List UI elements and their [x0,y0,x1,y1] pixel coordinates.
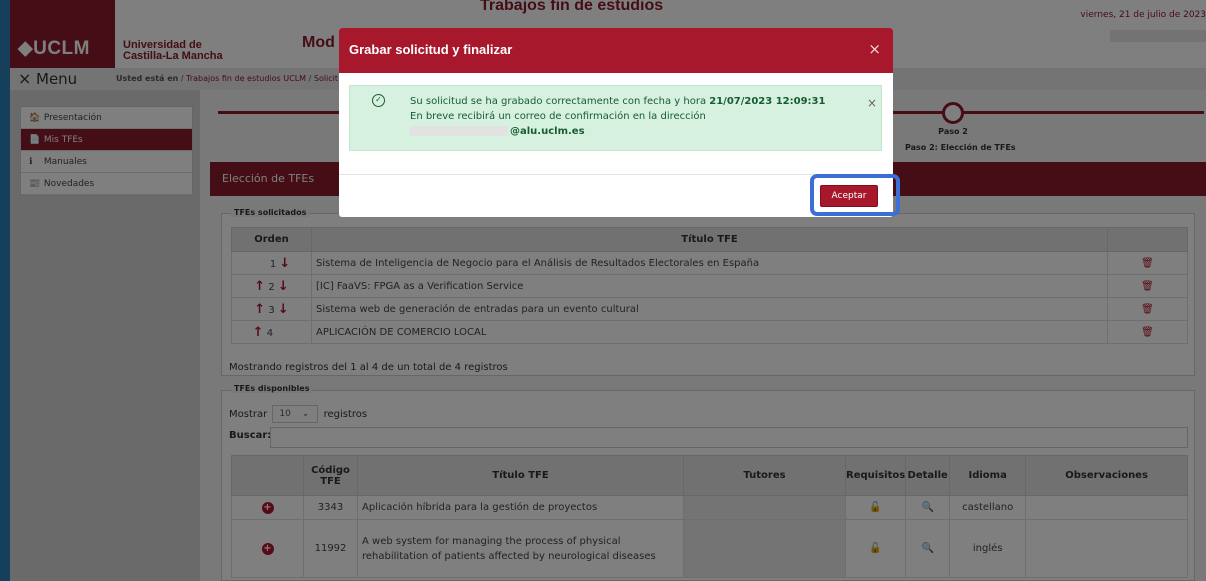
alert-email-domain: @alu.uclm.es [510,126,585,137]
success-alert: ✓ Su solicitud se ha grabado correctamen… [349,85,882,151]
alert-close-icon[interactable]: × [867,96,877,110]
check-circle-icon: ✓ [372,94,385,107]
dialog-title: Grabar solicitud y finalizar [349,42,513,57]
alert-line2: En breve recibirá un correo de confirmac… [410,111,706,122]
alert-message: Su solicitud se ha grabado correctamente… [410,94,825,139]
alert-datetime: 21/07/2023 12:09:31 [709,96,826,107]
email-redacted [410,126,508,136]
close-icon[interactable]: × [868,40,881,58]
dialog-header: Grabar solicitud y finalizar × [339,28,893,73]
accept-button[interactable]: Aceptar [820,185,878,207]
alert-line1: Su solicitud se ha grabado correctamente… [410,96,710,107]
